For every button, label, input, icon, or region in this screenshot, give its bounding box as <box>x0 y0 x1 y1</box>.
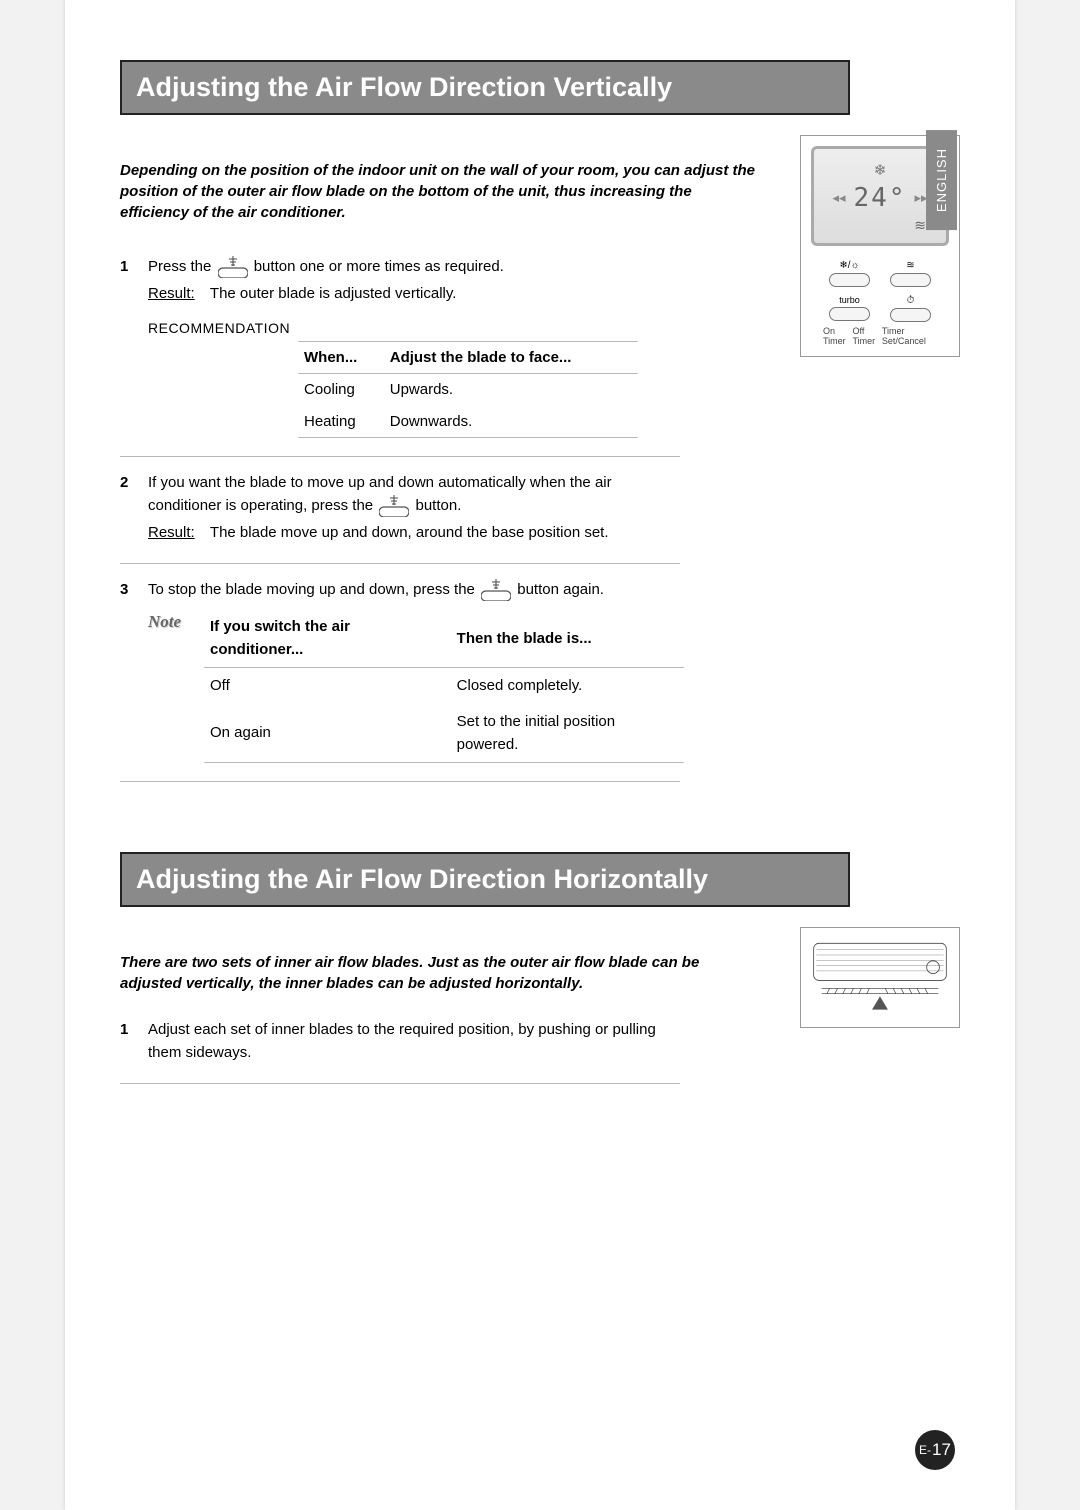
note-th-then: Then the blade is... <box>451 609 684 668</box>
note-th-if: If you switch the air conditioner... <box>204 609 451 668</box>
timer-button[interactable] <box>890 308 931 322</box>
swing-indicator-icon: ≋ <box>890 260 931 271</box>
page-number-badge: E-17 <box>915 1430 955 1470</box>
step-body: Press the button one or more times as re… <box>148 255 680 438</box>
section2: Adjusting the Air Flow Direction Horizon… <box>120 852 960 1084</box>
temperature-display: 24° <box>854 179 907 217</box>
steps-list-2: 1 Adjust each set of inner blades to the… <box>120 1012 680 1084</box>
swing-button[interactable] <box>890 273 931 287</box>
step-body: To stop the blade moving up and down, pr… <box>148 578 684 764</box>
step3-post: button again. <box>517 581 604 598</box>
note-block: Note If you switch the air conditioner..… <box>148 609 684 763</box>
rec-th-adjust: Adjust the blade to face... <box>384 342 638 374</box>
steps-list: 1 Press the button one or more times as … <box>120 241 680 782</box>
swing-button-icon <box>481 579 511 601</box>
turbo-icon: turbo <box>829 295 870 305</box>
recommendation-label: RECOMMENDATION <box>148 318 680 340</box>
indoor-unit-figure <box>800 927 960 1028</box>
section2-intro: There are two sets of inner air flow bla… <box>120 952 760 994</box>
step-number: 1 <box>120 255 148 438</box>
note-label: Note <box>148 609 204 763</box>
section1-content: Depending on the position of the indoor … <box>120 115 960 782</box>
table-row: Heating Downwards. <box>298 406 638 438</box>
section-title-horizontal: Adjusting the Air Flow Direction Horizon… <box>120 852 850 907</box>
step3-pre: To stop the blade moving up and down, pr… <box>148 581 475 598</box>
table-row: Off Closed completely. <box>204 668 684 704</box>
clock-icon: ⏱ <box>890 295 931 306</box>
note-table: If you switch the air conditioner... The… <box>204 609 684 763</box>
step1-pre: Press the <box>148 258 211 275</box>
mode-icon: ❄/☼ <box>829 260 870 271</box>
language-tab: ENGLISH <box>926 130 957 230</box>
step-number: 1 <box>120 1018 148 1065</box>
step1-result: The outer blade is adjusted vertically. <box>210 285 457 302</box>
recommendation-table: When... Adjust the blade to face... Cool… <box>298 341 638 438</box>
swing-button-icon <box>218 256 248 278</box>
section1-intro: Depending on the position of the indoor … <box>120 160 760 223</box>
step-h1: 1 Adjust each set of inner blades to the… <box>120 1012 680 1084</box>
remote-button-grid: ❄/☼ ≋ turbo ⏱ <box>811 260 949 322</box>
timer-labels: On Timer Off Timer Timer Set/Cancel <box>811 326 949 346</box>
step-body: Adjust each set of inner blades to the r… <box>148 1018 680 1065</box>
section-title-vertical: Adjusting the Air Flow Direction Vertica… <box>120 60 850 115</box>
swing-button-icon <box>379 495 409 517</box>
turbo-button[interactable] <box>829 307 870 321</box>
step-2: 2 If you want the blade to move up and d… <box>120 456 680 563</box>
step-number: 3 <box>120 578 148 764</box>
step-3: 3 To stop the blade moving up and down, … <box>120 563 680 783</box>
step-number: 2 <box>120 471 148 545</box>
result-label: Result: <box>148 282 206 305</box>
indoor-unit-icon <box>811 938 949 1012</box>
mode-button[interactable] <box>829 273 870 287</box>
step1-post: button one or more times as required. <box>254 258 504 275</box>
table-row: On again Set to the initial position pow… <box>204 704 684 763</box>
step-1: 1 Press the button one or more times as … <box>120 241 680 456</box>
arrow-left-icon: ◂◂ <box>832 190 845 206</box>
manual-page: ENGLISH Adjusting the Air Flow Direction… <box>65 0 1015 1510</box>
rec-th-when: When... <box>298 342 384 374</box>
page-number-prefix: E- <box>919 1443 931 1457</box>
step2-result: The blade move up and down, around the b… <box>210 524 609 541</box>
table-row: Cooling Upwards. <box>298 374 638 406</box>
step2-post: button. <box>415 497 461 514</box>
page-number: 17 <box>932 1440 951 1460</box>
result-label: Result: <box>148 521 206 544</box>
step-body: If you want the blade to move up and dow… <box>148 471 680 545</box>
